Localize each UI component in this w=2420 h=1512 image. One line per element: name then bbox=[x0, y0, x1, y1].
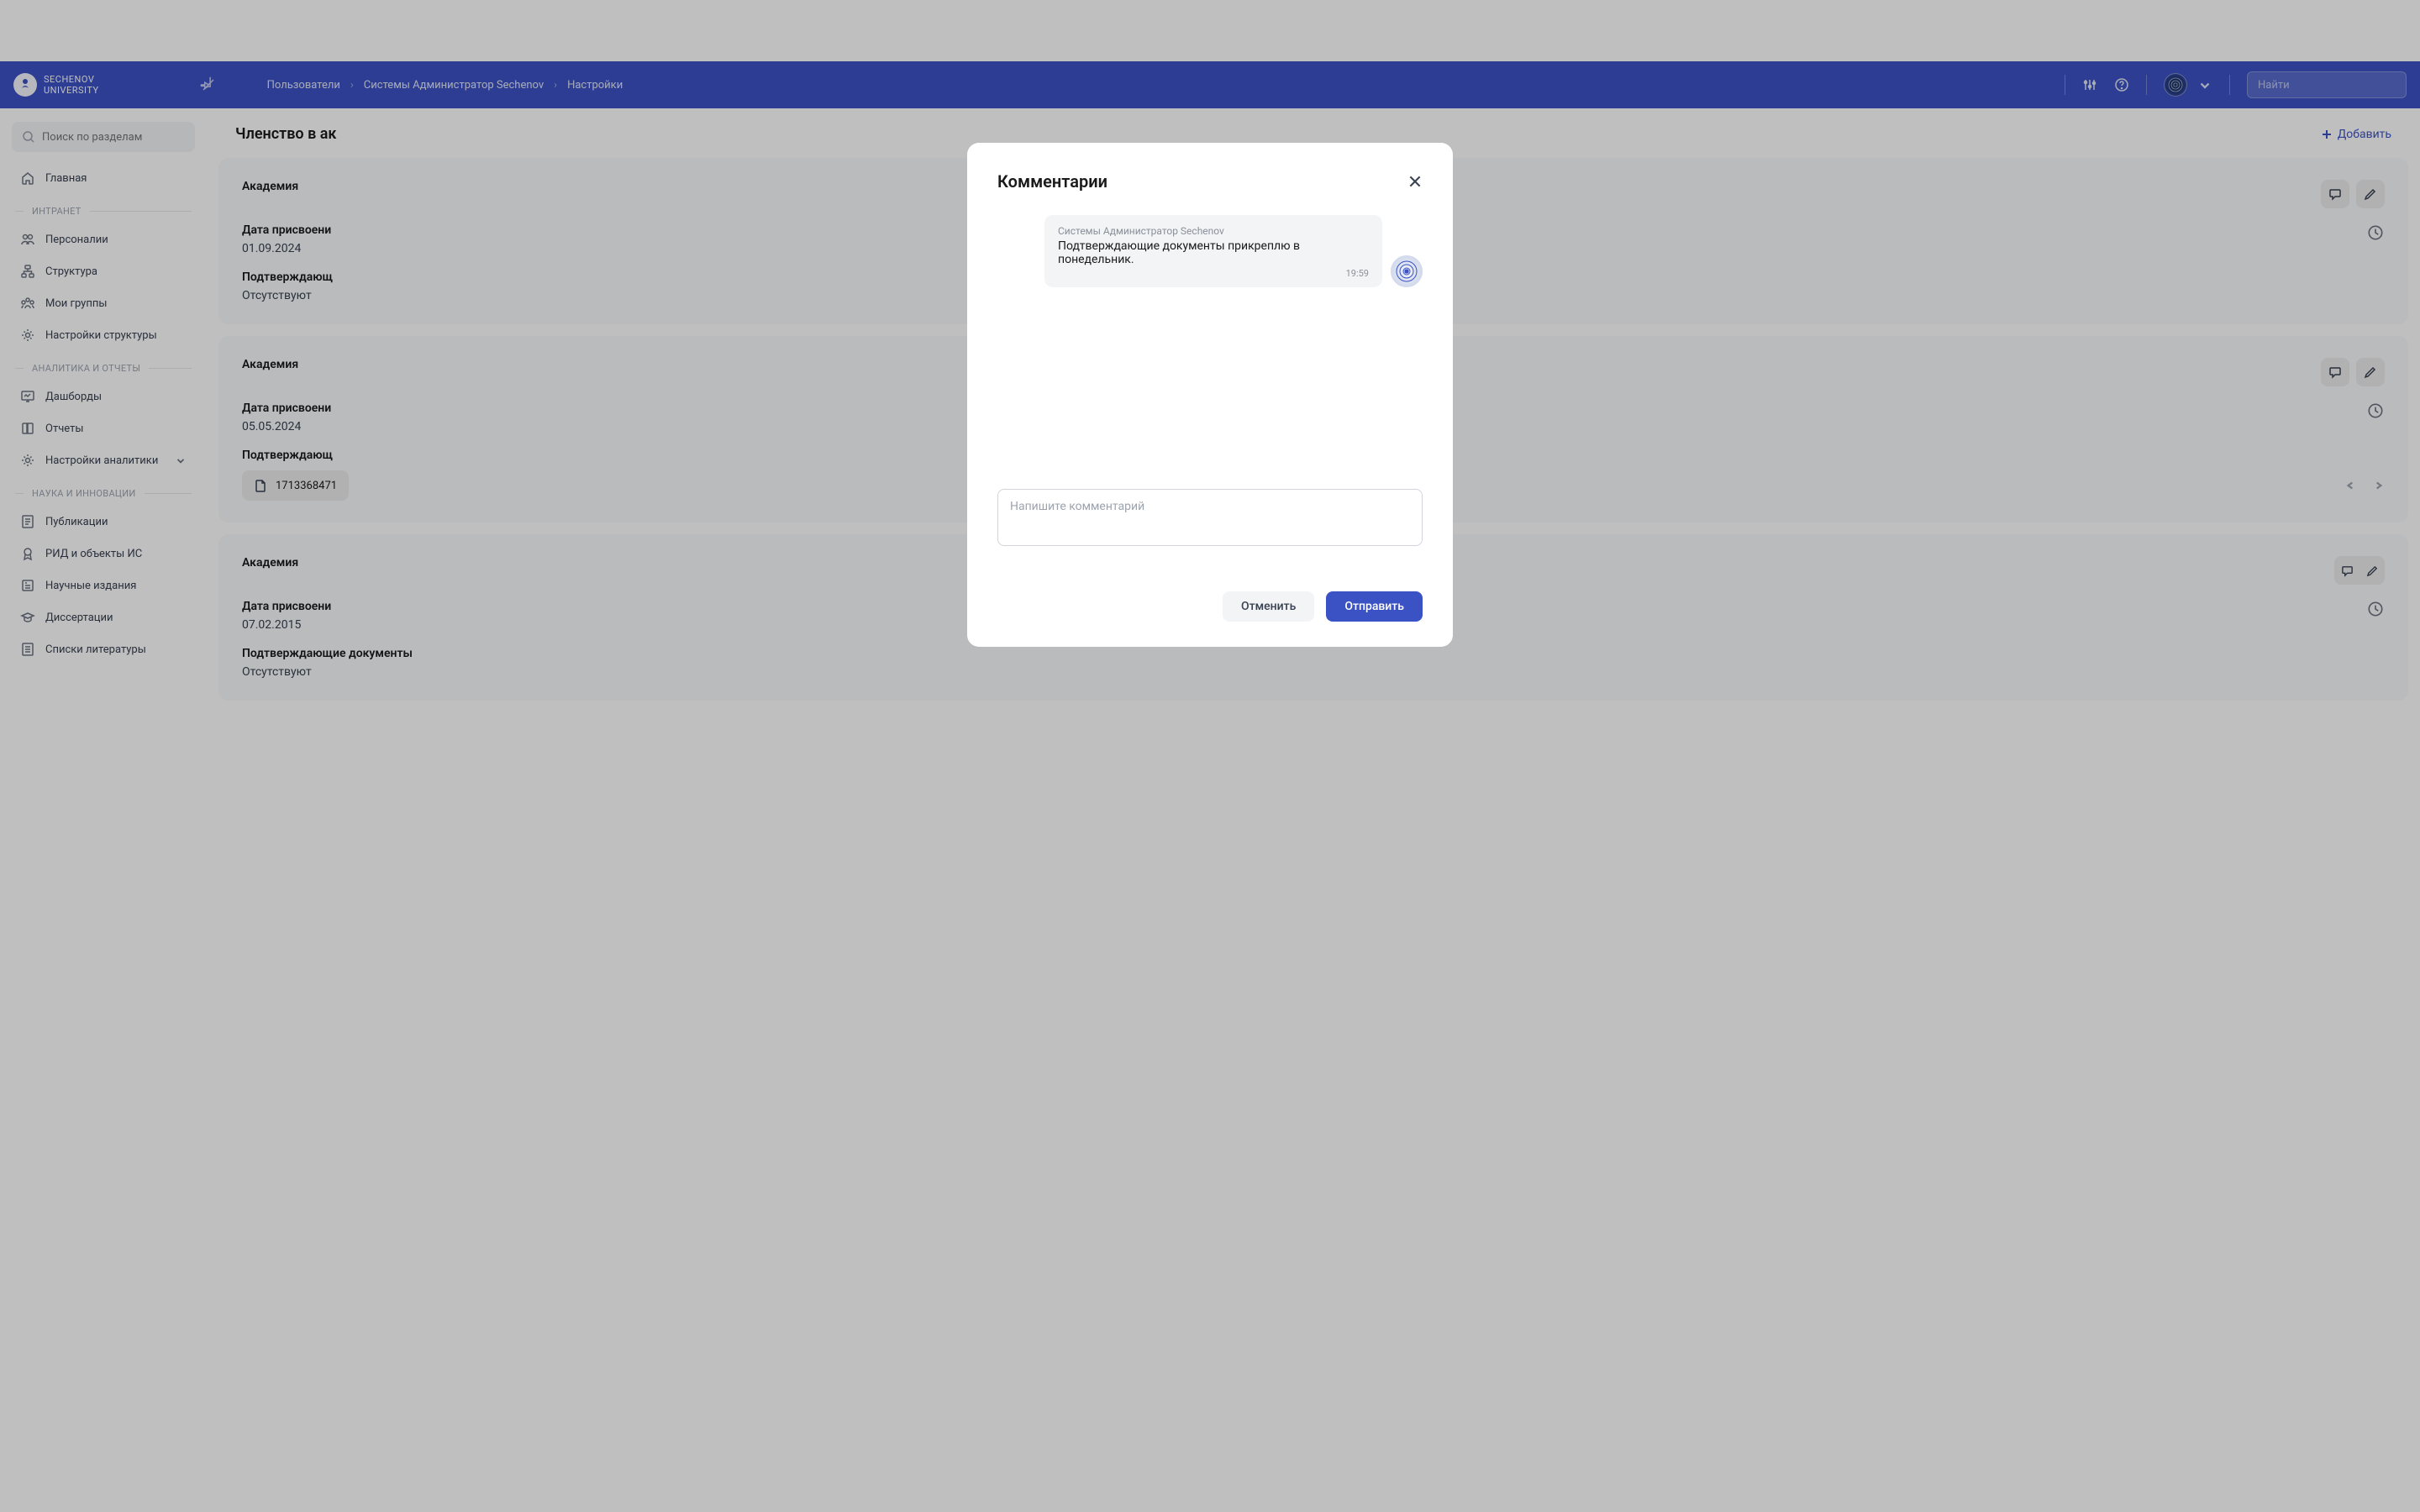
comment-author: Системы Администратор Sechenov bbox=[1058, 225, 1369, 237]
cancel-button[interactable]: Отменить bbox=[1223, 591, 1314, 622]
submit-button[interactable]: Отправить bbox=[1326, 591, 1423, 622]
close-icon bbox=[1407, 174, 1423, 189]
comment-message: Системы Администратор Sechenov Подтвержд… bbox=[997, 215, 1423, 287]
modal-overlay[interactable]: Комментарии Системы Администратор Sechen… bbox=[0, 0, 2420, 1512]
comment-avatar bbox=[1391, 255, 1423, 287]
comments-modal: Комментарии Системы Администратор Sechen… bbox=[967, 143, 1453, 647]
comment-text: Подтверждающие документы прикреплю в пон… bbox=[1058, 239, 1369, 266]
close-button[interactable] bbox=[1407, 174, 1423, 189]
modal-title: Комментарии bbox=[997, 171, 1107, 192]
comment-input[interactable] bbox=[997, 489, 1423, 546]
comment-time: 19:59 bbox=[1058, 268, 1369, 279]
